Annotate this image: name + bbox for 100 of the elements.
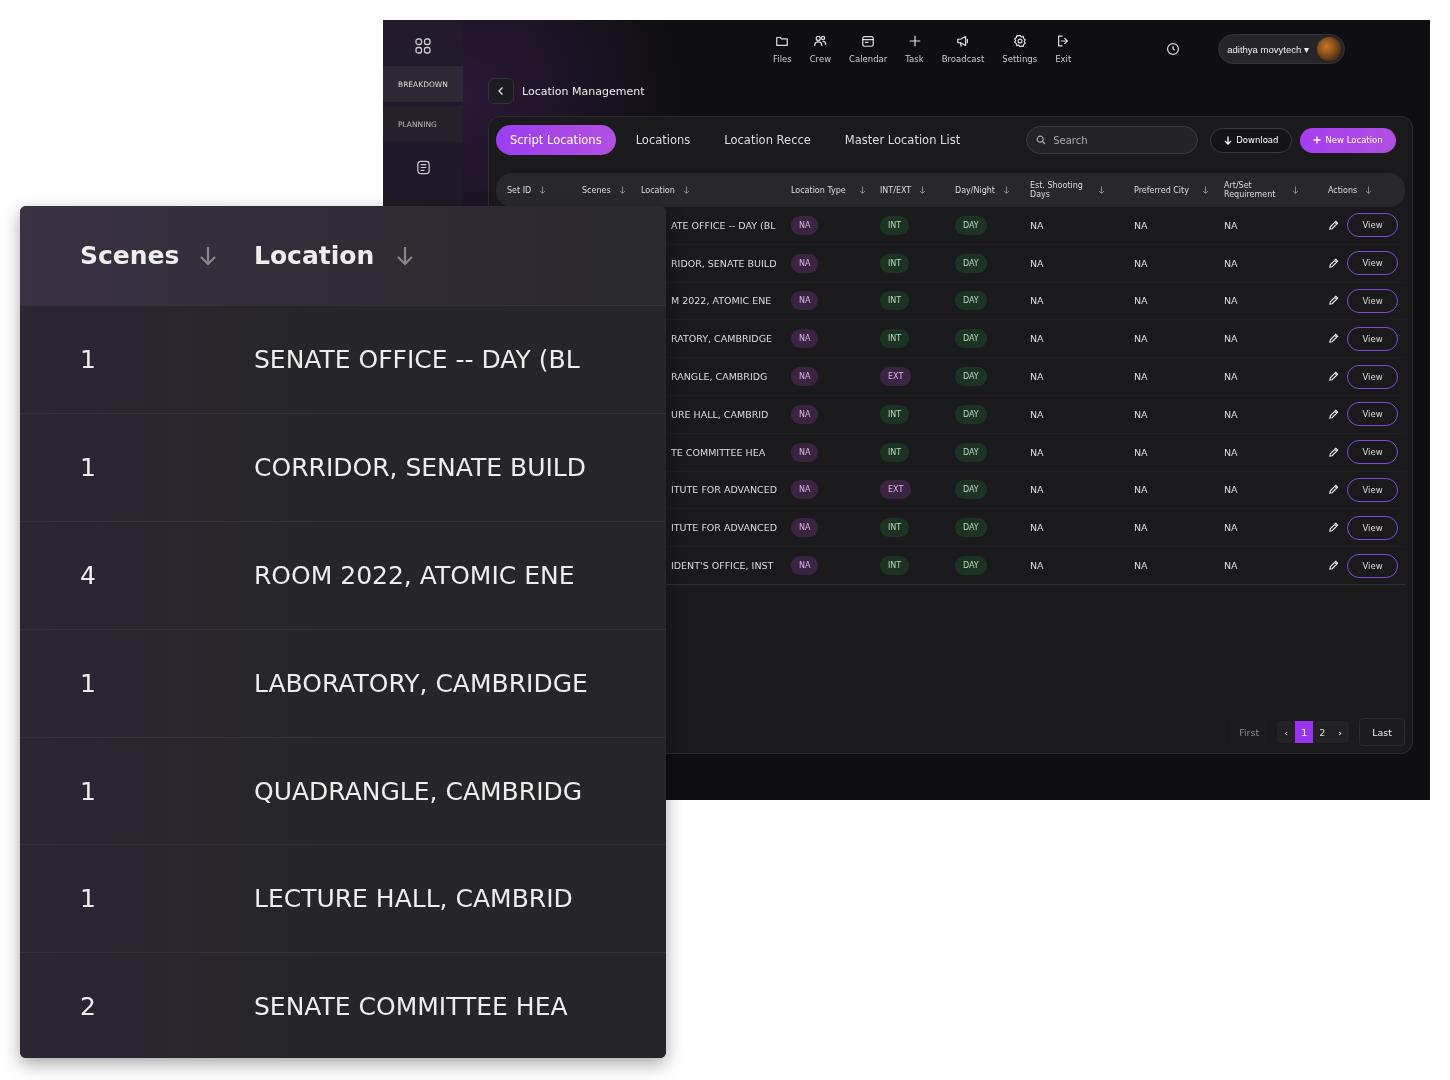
table-cell: NA [1030, 522, 1044, 534]
nav-item[interactable]: Exit [1046, 34, 1081, 64]
table-cell: NA [1224, 446, 1238, 458]
column-header[interactable]: Scenes [80, 241, 180, 270]
table-cell: IDENT'S OFFICE, INST [671, 560, 774, 572]
chevron-left-icon [496, 86, 506, 96]
sort-arrow-icon[interactable] [859, 186, 866, 194]
tab[interactable]: Locations [621, 125, 705, 155]
column-header[interactable]: Scenes [582, 185, 611, 195]
sort-arrow-icon[interactable] [1003, 186, 1010, 194]
table-cell: NA [1224, 257, 1238, 269]
int-ext-badge: INT [880, 253, 910, 273]
pencil-icon[interactable] [1328, 560, 1339, 572]
avatar [1316, 37, 1341, 61]
sort-arrow-icon[interactable] [1098, 186, 1105, 194]
table-cell: SENATE COMMITTEE HEA [254, 992, 568, 1022]
last-page-button[interactable]: Last [1359, 718, 1405, 746]
user-menu[interactable]: adithya movytech ▾ [1218, 34, 1345, 64]
type-badge: NA [791, 518, 819, 538]
column-header[interactable]: Art/Set Requirement [1224, 181, 1284, 199]
column-header[interactable]: Actions [1328, 185, 1358, 195]
column-header[interactable]: Preferred City [1134, 185, 1194, 195]
table-cell: CORRIDOR, SENATE BUILD [254, 452, 586, 482]
sort-arrow-icon[interactable] [682, 186, 690, 194]
previous-page-button[interactable]: ‹ [1277, 721, 1296, 743]
column-header[interactable]: Location [254, 241, 375, 270]
type-badge: NA [791, 367, 819, 387]
new-location-button[interactable]: New Location [1300, 127, 1396, 153]
download-button[interactable]: Download [1210, 127, 1293, 153]
table-cell: 4 [80, 560, 96, 590]
int-ext-badge: EXT [880, 367, 912, 387]
sort-arrow-icon[interactable] [539, 186, 547, 194]
table-cell: NA [1134, 333, 1148, 345]
table-cell: NA [1030, 295, 1044, 307]
sort-arrow-icon[interactable] [396, 245, 415, 266]
pencil-icon[interactable] [1328, 219, 1339, 231]
pencil-icon[interactable] [1328, 333, 1339, 345]
nav-item[interactable]: Files [764, 34, 801, 64]
search-field[interactable]: Search [1026, 126, 1199, 154]
clock-icon[interactable] [1166, 42, 1181, 56]
table-cell: NA [1030, 333, 1044, 345]
column-header[interactable]: Est. Shooting Days [1030, 181, 1090, 199]
column-header[interactable]: Location [641, 185, 675, 195]
table-cell: URE HALL, CAMBRID [671, 408, 769, 420]
tab[interactable]: Location Recce [710, 125, 825, 155]
pencil-icon[interactable] [1328, 484, 1339, 496]
table-cell: RATORY, CAMBRIDGE [671, 333, 773, 345]
table-cell: NA [1134, 371, 1148, 383]
tab[interactable]: Master Location List [830, 125, 975, 155]
table-cell: RIDOR, SENATE BUILD [671, 257, 777, 269]
arrow-down-icon [1224, 135, 1233, 145]
pencil-icon[interactable] [1328, 257, 1339, 269]
nav-item[interactable]: Crew [800, 34, 841, 64]
tab[interactable]: Script Locations [496, 125, 616, 155]
column-header[interactable]: INT/EXT [880, 185, 912, 195]
nav-item[interactable]: Task [896, 34, 933, 64]
type-badge: NA [791, 404, 819, 424]
table-cell: LABORATORY, CAMBRIDGE [254, 668, 588, 698]
table-cell: NA [1224, 560, 1238, 572]
table-cell: ATE OFFICE -- DAY (BL [671, 219, 776, 231]
sort-arrow-icon[interactable] [1292, 186, 1299, 194]
sort-arrow-icon[interactable] [199, 245, 218, 266]
next-page-button[interactable]: › [1331, 721, 1350, 743]
page-button[interactable]: 1 [1295, 721, 1314, 743]
pencil-icon[interactable] [1328, 522, 1339, 534]
pencil-icon[interactable] [1328, 371, 1339, 383]
table-cell: NA [1224, 522, 1238, 534]
column-header[interactable]: Set ID [507, 185, 532, 195]
table-cell: NA [1030, 257, 1044, 269]
sort-arrow-icon[interactable] [1202, 186, 1209, 194]
table-cell: NA [1224, 295, 1238, 307]
nav-item[interactable]: Broadcast [932, 34, 994, 64]
table-cell: ITUTE FOR ADVANCED [671, 522, 778, 534]
table-cell: NA [1224, 371, 1238, 383]
folder-icon [775, 34, 790, 48]
back-button[interactable] [488, 78, 514, 104]
sort-arrow-icon[interactable] [1365, 186, 1373, 194]
day-night-badge: DAY [955, 480, 987, 500]
sort-arrow-icon[interactable] [618, 186, 626, 194]
column-header[interactable]: Day/Night [955, 185, 995, 195]
int-ext-badge: INT [880, 556, 910, 576]
column-header[interactable]: Location Type [791, 185, 851, 195]
table-cell: ROOM 2022, ATOMIC ENE [254, 560, 575, 590]
table-cell: M 2022, ATOMIC ENE [671, 295, 772, 307]
table-cell: NA [1134, 484, 1148, 496]
grid-icon[interactable] [415, 38, 431, 54]
table-cell: 1 [80, 344, 96, 374]
sort-arrow-icon[interactable] [919, 186, 927, 194]
table-cell: NA [1030, 484, 1044, 496]
pencil-icon[interactable] [1328, 295, 1339, 307]
pencil-icon[interactable] [1328, 446, 1339, 458]
page-button[interactable]: 2 [1313, 721, 1332, 743]
pencil-icon[interactable] [1328, 408, 1339, 420]
table-cell: 1 [80, 668, 96, 698]
nav-item[interactable]: Calendar [840, 34, 897, 64]
table-cell: NA [1134, 257, 1148, 269]
plus-icon [907, 34, 922, 48]
exit-icon [1056, 34, 1071, 48]
table-cell: NA [1030, 560, 1044, 572]
nav-item[interactable]: Settings [993, 34, 1047, 64]
